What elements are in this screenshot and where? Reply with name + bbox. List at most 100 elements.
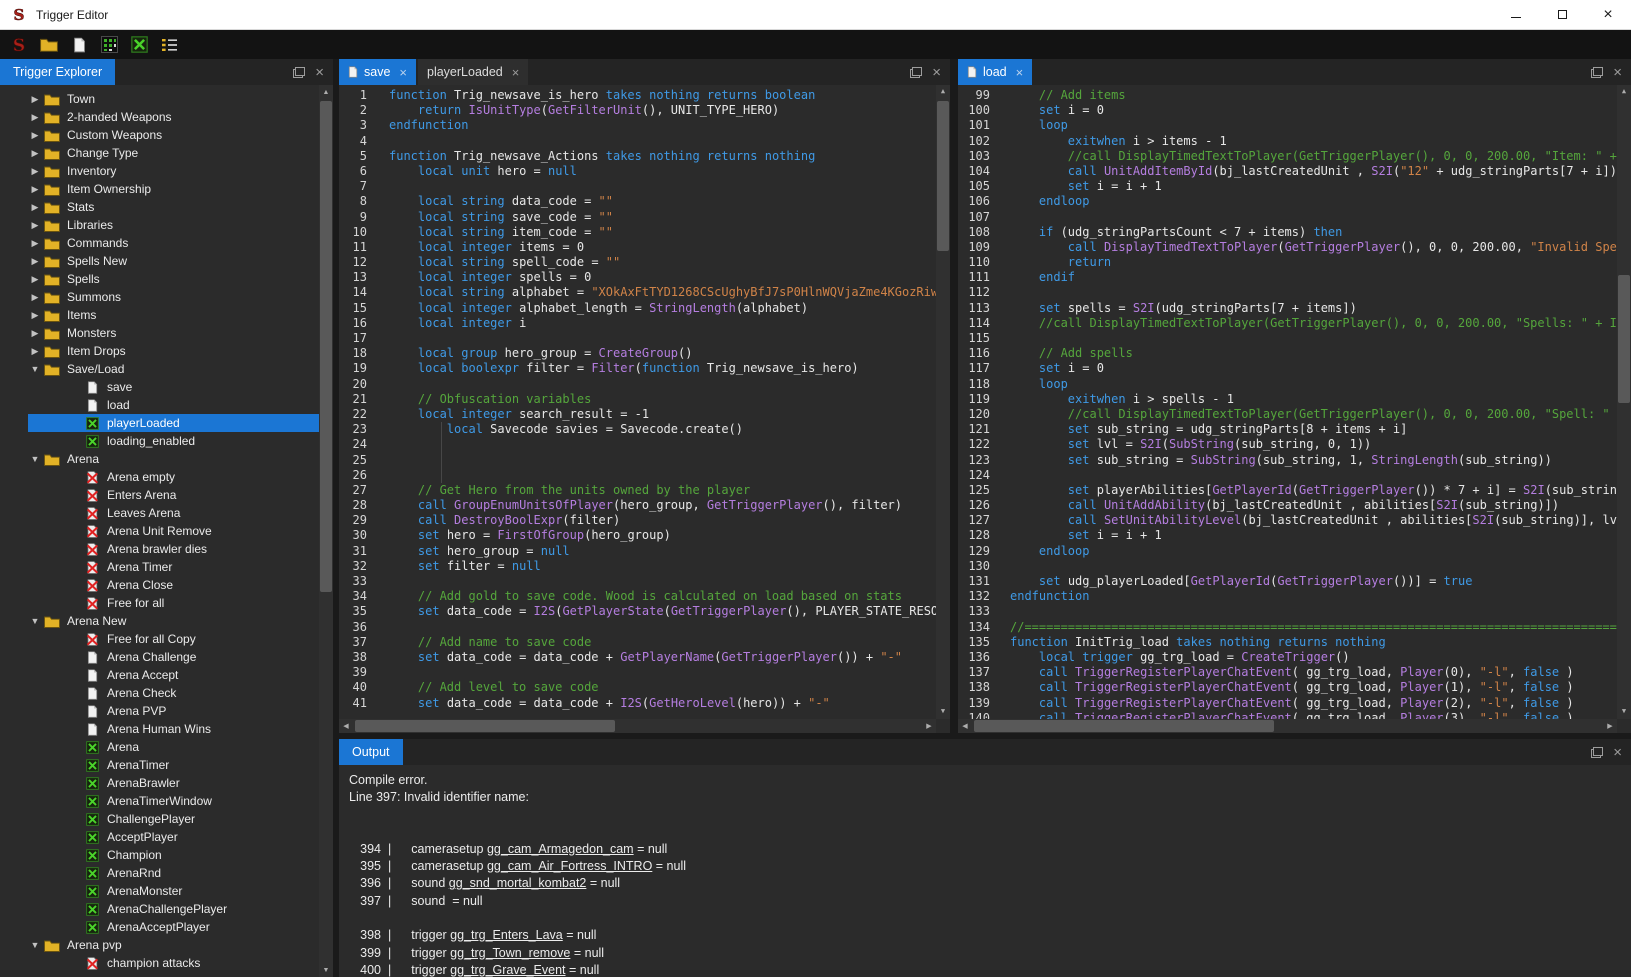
code-line[interactable]: //call DisplayTimedTextToPlayer(GetTrigg… [1010,407,1617,422]
output-line-number[interactable]: 399 [349,946,381,960]
scrollbar-thumb[interactable] [355,720,615,732]
tab-playerloaded[interactable]: playerLoaded× [418,59,528,85]
code-line[interactable]: exitwhen i > items - 1 [1010,134,1617,149]
line-number-gutter[interactable]: 9910010110210310410510610710810911011111… [958,85,1004,719]
code-line[interactable]: local trigger gg_trg_load = CreateTrigge… [1010,650,1617,665]
tree-item-monsters[interactable]: ▶Monsters [0,324,319,342]
tree-item-libraries[interactable]: ▶Libraries [0,216,319,234]
tree-item-enters-arena[interactable]: Enters Arena [0,486,319,504]
tree-item-save[interactable]: save [0,378,319,396]
line-number[interactable]: 121 [958,422,990,437]
chevron-down-icon[interactable]: ▼ [28,454,42,464]
chevron-right-icon[interactable]: ▶ [28,238,42,249]
code-line[interactable] [389,453,936,468]
code-line[interactable]: set i = 0 [1010,103,1617,118]
code-line[interactable]: local unit hero = null [389,164,936,179]
tree-scrollbar[interactable]: ▲ ▼ [319,85,333,977]
line-number[interactable]: 35 [339,604,367,619]
code-line[interactable]: local integer search_result = -1 [389,407,936,422]
line-number[interactable]: 11 [339,240,367,255]
line-number[interactable]: 104 [958,164,990,179]
app-logo-icon[interactable]: S [8,34,30,56]
line-number[interactable]: 2 [339,103,367,118]
tree-item-arena-challenge[interactable]: Arena Challenge [0,648,319,666]
output-identifier-link[interactable]: gg_trg_Enters_Lava [450,928,563,942]
code-line[interactable]: //======================================… [1010,620,1617,635]
line-number[interactable]: 18 [339,346,367,361]
code-line[interactable]: local boolexpr filter = Filter(function … [389,361,936,376]
tree-item-arenabrawler[interactable]: ArenaBrawler [0,774,319,792]
tree-item-challengeplayer[interactable]: ChallengePlayer [0,810,319,828]
code-line[interactable]: function Trig_newsave_Actions takes noth… [389,149,936,164]
tree-item-items[interactable]: ▶Items [0,306,319,324]
line-number[interactable]: 5 [339,149,367,164]
code-line[interactable]: set udg_playerLoaded[GetPlayerId(GetTrig… [1010,574,1617,589]
open-map-icon[interactable] [38,34,60,56]
tree-item-change-type[interactable]: ▶Change Type [0,144,319,162]
maximize-button[interactable] [1539,0,1585,29]
tree-item-commands[interactable]: ▶Commands [0,234,319,252]
line-number[interactable]: 9 [339,210,367,225]
tree-item-town[interactable]: ▶Town [0,90,319,108]
code-line[interactable]: set sub_string = udg_stringParts[8 + ite… [1010,422,1617,437]
line-number[interactable]: 1 [339,88,367,103]
line-number[interactable]: 127 [958,513,990,528]
tree-item-inventory[interactable]: ▶Inventory [0,162,319,180]
close-panel-icon[interactable]: × [1613,65,1622,80]
line-number[interactable]: 6 [339,164,367,179]
line-number-gutter[interactable]: 1234567891011121314151617181920212223242… [339,85,383,719]
code-line[interactable] [1010,559,1617,574]
tree-item-custom-weapons[interactable]: ▶Custom Weapons [0,126,319,144]
code-line[interactable]: call DestroyBoolExpr(filter) [389,513,936,528]
tree-item-arena-check[interactable]: Arena Check [0,684,319,702]
code-line[interactable]: loop [1010,377,1617,392]
code-line[interactable]: endif [1010,270,1617,285]
chevron-down-icon[interactable]: ▼ [28,364,42,374]
tab-load[interactable]: load× [958,59,1032,85]
chevron-right-icon[interactable]: ▶ [28,346,42,357]
line-number[interactable]: 140 [958,711,990,719]
line-number[interactable]: 99 [958,88,990,103]
code-line[interactable]: function InitTrig_load takes nothing ret… [1010,635,1617,650]
code-line[interactable]: set lvl = S2I(SubString(sub_string, 0, 1… [1010,437,1617,452]
close-panel-icon[interactable]: × [1613,745,1622,760]
tree-item-playerloaded[interactable]: playerLoaded [0,414,319,432]
line-number[interactable]: 120 [958,407,990,422]
code-line[interactable]: set data_code = data_code + I2S(GetHeroL… [389,696,936,711]
line-number[interactable]: 124 [958,468,990,483]
tree-item-arena-timer[interactable]: Arena Timer [0,558,319,576]
scrollbar-thumb[interactable] [320,101,332,592]
tree-item-arena-close[interactable]: Arena Close [0,576,319,594]
tab-save[interactable]: save× [339,59,416,85]
code-line[interactable]: set hero = FirstOfGroup(hero_group) [389,528,936,543]
tree-item-arena-new[interactable]: ▼Arena New [0,612,319,630]
code-line[interactable]: // Obfuscation variables [389,392,936,407]
tree-item-arenatimer[interactable]: ArenaTimer [0,756,319,774]
code-line[interactable]: //call DisplayTimedTextToPlayer(GetTrigg… [1010,316,1617,331]
chevron-right-icon[interactable]: ▶ [28,274,42,285]
line-number[interactable]: 10 [339,225,367,240]
float-panel-icon[interactable] [1591,67,1603,78]
line-number[interactable]: 130 [958,559,990,574]
code-line[interactable]: // Add level to save code [389,680,936,695]
line-number[interactable]: 31 [339,544,367,559]
line-number[interactable]: 4 [339,134,367,149]
tree-item-2-handed-weapons[interactable]: ▶2-handed Weapons [0,108,319,126]
line-number[interactable]: 19 [339,361,367,376]
code-line[interactable]: set hero_group = null [389,544,936,559]
line-number[interactable]: 109 [958,240,990,255]
tree-item-arena-accept[interactable]: Arena Accept [0,666,319,684]
line-number[interactable]: 122 [958,437,990,452]
code-line[interactable] [389,134,936,149]
output-line-number[interactable]: 395 [349,859,381,873]
code-line[interactable] [389,437,936,452]
code-line[interactable]: return IsUnitType(GetFilterUnit(), UNIT_… [389,103,936,118]
code-line[interactable] [389,665,936,680]
tree-item-item-drops[interactable]: ▶Item Drops [0,342,319,360]
line-number[interactable]: 101 [958,118,990,133]
line-number[interactable]: 40 [339,680,367,695]
line-number[interactable]: 134 [958,620,990,635]
line-number[interactable]: 132 [958,589,990,604]
code-line[interactable]: // Add gold to save code. Wood is calcul… [389,589,936,604]
code-line[interactable]: endfunction [389,118,936,133]
